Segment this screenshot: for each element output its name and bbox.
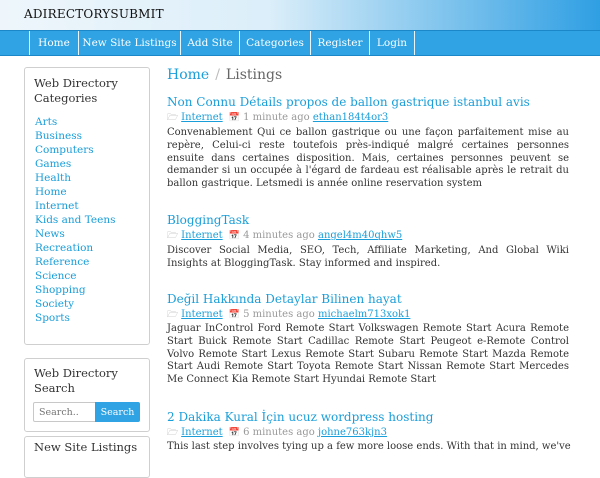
listing-time: 5 minutes ago <box>243 309 315 320</box>
listing-category-link[interactable]: Internet <box>181 309 222 320</box>
category-link-business[interactable]: Business <box>35 130 82 142</box>
calendar-icon: 📅 <box>228 310 241 320</box>
category-link-recreation[interactable]: Recreation <box>35 242 93 254</box>
calendar-icon: 📅 <box>228 113 241 123</box>
category-link-shopping[interactable]: Shopping <box>35 284 86 296</box>
categories-panel-title: Web Directory Categories <box>34 76 118 105</box>
listing-category-link[interactable]: Internet <box>181 112 222 123</box>
category-link-internet[interactable]: Internet <box>35 200 79 212</box>
listing-user-link[interactable]: johne763kjn3 <box>318 427 387 438</box>
category-link-health[interactable]: Health <box>35 172 71 184</box>
site-brand[interactable]: ADIRECTORYSUBMIT <box>24 7 164 21</box>
category-link-news[interactable]: News <box>35 228 65 240</box>
folder-icon: 🗁 <box>167 428 179 438</box>
listing-description: Discover Social Media, SEO, Tech, Affili… <box>167 245 569 269</box>
listing-meta: 🗁 Internet 📅 4 minutes ago angel4m40qhw5 <box>167 228 402 244</box>
listing-meta: 🗁 Internet 📅 6 minutes ago johne763kjn3 <box>167 425 387 441</box>
folder-icon: 🗁 <box>167 113 179 123</box>
listing-description: Jaguar InControl Ford Remote Start Volks… <box>167 323 569 386</box>
nav-divider <box>414 31 415 55</box>
listing-time: 6 minutes ago <box>243 427 315 438</box>
breadcrumb-separator: / <box>215 67 220 83</box>
category-link-society[interactable]: Society <box>35 298 74 310</box>
listing-user-link[interactable]: michaelm713xok1 <box>318 309 410 320</box>
search-panel-title: Web Directory Search <box>34 366 118 395</box>
nav-home[interactable]: Home <box>30 31 78 55</box>
new-listings-panel-title: New Site Listings <box>34 440 138 454</box>
listing-user-link[interactable]: angel4m40qhw5 <box>318 230 402 241</box>
nav-login[interactable]: Login <box>370 31 414 55</box>
listing-time: 4 minutes ago <box>243 230 315 241</box>
category-link-games[interactable]: Games <box>35 158 71 170</box>
breadcrumb-home[interactable]: Home <box>167 67 209 83</box>
calendar-icon: 📅 <box>228 428 241 438</box>
listing-category-link[interactable]: Internet <box>181 230 222 241</box>
listing-user-link[interactable]: ethan184t4or3 <box>313 112 388 123</box>
breadcrumb-current: Listings <box>225 67 283 83</box>
nav-add-site[interactable]: Add Site <box>181 31 239 55</box>
listing-category-link[interactable]: Internet <box>181 427 222 438</box>
category-link-computers[interactable]: Computers <box>35 144 94 156</box>
site-header: ADIRECTORYSUBMIT <box>0 0 600 30</box>
nav-new-site-listings[interactable]: New Site Listings <box>79 31 180 55</box>
listing-title[interactable]: 2 Dakika Kural İçin ucuz wordpress hosti… <box>167 410 433 424</box>
listing-title[interactable]: Non Connu Détails propos de ballon gastr… <box>167 95 530 109</box>
search-button[interactable]: Search <box>95 402 140 422</box>
listing-time: 1 minute ago <box>243 112 310 123</box>
category-link-sports[interactable]: Sports <box>35 312 70 324</box>
listing-meta: 🗁 Internet 📅 5 minutes ago michaelm713xok1 <box>167 307 410 323</box>
main-navbar: Home New Site Listings Add Site Categori… <box>0 30 600 56</box>
category-link-home[interactable]: Home <box>35 186 67 198</box>
calendar-icon: 📅 <box>228 231 241 241</box>
listing-meta: 🗁 Internet 📅 1 minute ago ethan184t4or3 <box>167 110 388 126</box>
folder-icon: 🗁 <box>167 310 179 320</box>
nav-register[interactable]: Register <box>311 31 369 55</box>
search-input[interactable] <box>33 402 98 422</box>
nav-categories[interactable]: Categories <box>240 31 310 55</box>
breadcrumb: Home / Listings <box>167 67 282 83</box>
folder-icon: 🗁 <box>167 231 179 241</box>
listing-description: Convenablement Qui ce ballon gastrique o… <box>167 127 569 190</box>
category-link-reference[interactable]: Reference <box>35 256 89 268</box>
category-link-kids-and-teens[interactable]: Kids and Teens <box>35 214 116 226</box>
listing-title[interactable]: BloggingTask <box>167 213 249 227</box>
category-link-arts[interactable]: Arts <box>35 116 57 128</box>
listing-description: This last step involves tying up a few m… <box>167 441 571 452</box>
category-link-science[interactable]: Science <box>35 270 77 282</box>
listing-title[interactable]: Değil Hakkında Detaylar Bilinen hayat <box>167 292 402 306</box>
